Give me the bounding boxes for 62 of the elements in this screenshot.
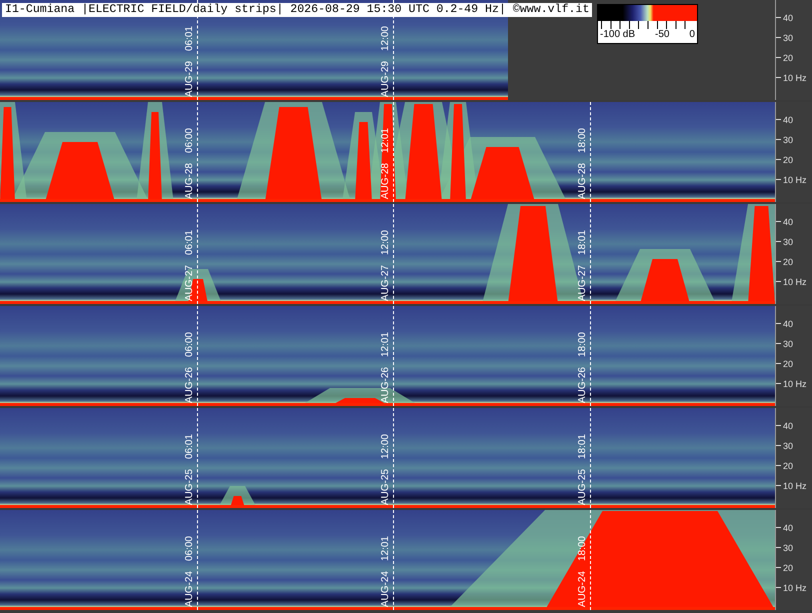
axis-tick-label: 30 — [783, 32, 794, 42]
axis-tick-label: 40 — [783, 114, 794, 124]
date-label: AUG-28 — [577, 162, 589, 199]
time-label: 12:00 — [380, 26, 392, 51]
scale-label: -100 dB — [600, 29, 636, 41]
axis-tick-label: 20 — [783, 460, 794, 470]
date-label: AUG-25 — [380, 468, 392, 505]
axis-tick-label: 20 — [783, 256, 794, 266]
axis-tick-label: 40 — [783, 420, 794, 430]
date-label: AUG-25 — [184, 468, 196, 505]
date-label: AUG-27 — [380, 264, 392, 301]
axis-tick-label: 30 — [783, 134, 794, 144]
time-label: 12:00 — [380, 230, 392, 255]
time-label: 18:01 — [577, 230, 589, 255]
date-label: AUG-26 — [380, 366, 392, 403]
date-label: AUG-27 — [577, 264, 589, 301]
time-label: 06:01 — [184, 434, 196, 459]
date-label: AUG-24 — [577, 570, 589, 607]
axis-tick-label: 30 — [783, 338, 794, 348]
time-label: 06:00 — [184, 332, 196, 357]
time-label: 12:01 — [380, 332, 392, 357]
axis-tick-label: 30 — [783, 236, 794, 246]
axis-tick-label: 10 Hz — [783, 72, 807, 82]
date-label: AUG-25 — [577, 468, 589, 505]
axis-tick-label: 40 — [783, 318, 794, 328]
time-label: 18:01 — [577, 434, 589, 459]
time-label: 12:01 — [380, 128, 392, 153]
date-label: AUG-28 — [184, 162, 196, 199]
scale-label: 0 — [689, 29, 695, 41]
date-label: AUG-24 — [380, 570, 392, 607]
date-label: AUG-28 — [380, 162, 392, 199]
axis-tick-label: 10 Hz — [783, 174, 807, 184]
date-label: AUG-24 — [184, 570, 196, 607]
time-label: 12:00 — [380, 434, 392, 459]
axis-tick-label: 30 — [783, 440, 794, 450]
axis-tick-label: 10 Hz — [783, 276, 807, 286]
date-label: AUG-29 — [184, 60, 196, 97]
date-label: AUG-26 — [184, 366, 196, 403]
time-label: 18:00 — [577, 332, 589, 357]
axis-tick-label: 20 — [783, 154, 794, 164]
date-label: AUG-29 — [380, 60, 392, 97]
time-label: 06:01 — [184, 230, 196, 255]
axis-tick-label: 40 — [783, 216, 794, 226]
axis-tick-label: 40 — [783, 12, 794, 22]
scale-label: -50 — [655, 29, 670, 41]
time-label: 18:00 — [577, 536, 589, 561]
axis-tick-label: 10 Hz — [783, 582, 807, 592]
axis-tick-label: 30 — [783, 542, 794, 552]
axis-tick-label: 40 — [783, 522, 794, 532]
time-label: 06:00 — [184, 536, 196, 561]
axis-tick-label: 10 Hz — [783, 480, 807, 490]
axis-tick-label: 20 — [783, 358, 794, 368]
time-label: 06:00 — [184, 128, 196, 153]
axis-tick-label: 20 — [783, 562, 794, 572]
date-label: AUG-27 — [184, 264, 196, 301]
time-label: 18:00 — [577, 128, 589, 153]
date-label: AUG-26 — [577, 366, 589, 403]
time-label: 06:01 — [184, 26, 196, 51]
axis-tick-label: 20 — [783, 52, 794, 62]
time-label: 12:01 — [380, 536, 392, 561]
axis-tick-label: 10 Hz — [783, 378, 807, 388]
chart-title: I1-Cumiana |ELECTRIC FIELD/daily strips| 2026-08-29 15:30 UTC 0.2-49 Hz| ©www.vlf.it — [2, 3, 592, 17]
